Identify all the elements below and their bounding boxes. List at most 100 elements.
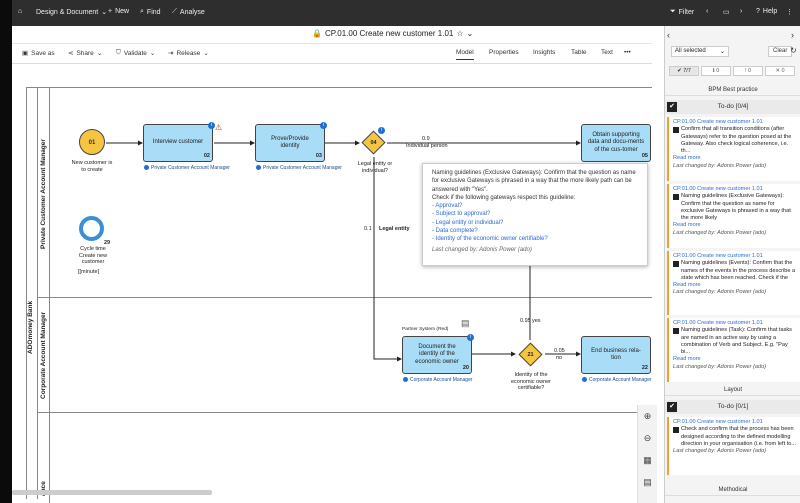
validation-card[interactable]: CP.01.00 Create new customer 1.01 Check … — [667, 417, 800, 475]
section-bpm-best-practice[interactable]: BPM Best practice — [665, 84, 800, 96]
more-menu-button[interactable]: ⋮ — [786, 8, 793, 16]
filter-info[interactable]: ℹ 0 — [701, 66, 731, 76]
role-icon — [256, 165, 261, 171]
analyse-button[interactable]: ⟋ Analyse — [172, 8, 205, 16]
plus-icon: + — [108, 8, 113, 15]
model-canvas[interactable]: ADOmoney Bank Private Customer Account M… — [12, 64, 652, 503]
tab-text[interactable]: Text — [601, 49, 613, 56]
tab-properties[interactable]: Properties — [489, 49, 519, 56]
gateway-number: 04 — [370, 140, 377, 146]
chevron-down-icon: ⌄ — [149, 50, 156, 57]
new-button[interactable]: + New — [108, 8, 129, 15]
refresh-icon[interactable]: ↻ — [790, 46, 797, 55]
home-button[interactable]: ⌂ — [18, 8, 22, 15]
system-label: Partner System (Red) — [402, 327, 449, 332]
search-icon: ⌕ — [140, 8, 144, 15]
find-button[interactable]: ⌕ Find — [140, 8, 161, 16]
checkbox-icon[interactable] — [673, 261, 679, 268]
kebab-icon: ⋮ — [786, 9, 793, 16]
checkbox-icon[interactable] — [673, 427, 679, 434]
gateway-number: 21 — [527, 352, 534, 358]
chevron-left-icon: ‹ — [706, 8, 709, 15]
app-frame: ⌂ Design & Document ⌄ + New ⌕ Find ⟋ Analyse… — [12, 0, 800, 503]
expand-panel-icon[interactable]: › — [791, 30, 794, 40]
task-interview-customer[interactable]: Interview customer 02 i — [143, 122, 215, 162]
task-obtain-supporting-data[interactable]: Obtain supporting data and docu-ments of… — [581, 124, 651, 162]
todo-group-1[interactable]: ✔ To-do [0/4] — [665, 100, 800, 114]
tooltip-changed-by: Last changed by: Adonis Power (ado) — [432, 247, 532, 254]
save-as-button[interactable]: ▣ Save as — [22, 49, 55, 58]
edge-label: Individual person — [406, 143, 448, 149]
edge-probability: 0.9 — [422, 136, 430, 142]
help-button[interactable]: ? Help — [756, 8, 777, 15]
validation-card[interactable]: CP.01.00 Create new customer 1.01 Naming… — [667, 251, 800, 315]
chevron-right-icon: › — [740, 8, 743, 15]
role-icon — [582, 377, 587, 383]
zoom-in-icon[interactable]: ⊕ — [638, 405, 657, 427]
tooltip-link[interactable]: - Data complete? — [432, 227, 638, 235]
info-icon: i — [208, 122, 215, 129]
edge-probability: 0.95 — [520, 318, 531, 324]
validation-card[interactable]: CP.01.00 Create new customer 1.01 Naming… — [667, 184, 800, 248]
title-bar: 🔒 CP.01.00 Create new customer 1.01 ☆ ⌄ — [12, 26, 652, 44]
collapse-panel-icon[interactable]: ‹ — [667, 30, 670, 40]
task-end-business-relation[interactable]: End business rela-tion 22 — [581, 336, 651, 374]
section-layout[interactable]: Layout — [665, 384, 800, 396]
tooltip-link[interactable]: - Legal entity or individual? — [432, 219, 638, 227]
clear-button[interactable]: Clear — [768, 46, 793, 57]
window-button[interactable]: ▭ — [723, 8, 730, 16]
tooltip-link[interactable]: - Approval? — [432, 202, 638, 210]
tooltip-link[interactable]: - Subject to approval? — [432, 210, 638, 218]
warning-icon: ⚠ — [215, 123, 223, 132]
connectors — [106, 140, 581, 362]
section-methodical[interactable]: Methodical — [665, 484, 800, 496]
role-icon — [144, 165, 149, 171]
role-assignment: Private Customer Account Manager — [256, 165, 342, 171]
more-tabs-button[interactable]: ••• — [624, 49, 631, 56]
tab-model[interactable]: Model — [456, 49, 474, 60]
filter-error[interactable]: ✕ 0 — [765, 66, 795, 76]
forward-button[interactable]: › — [740, 8, 742, 15]
validation-card[interactable]: CP.01.00 Create new customer 1.01 Confir… — [667, 117, 800, 181]
design-document-menu[interactable]: Design & Document ⌄ — [36, 8, 107, 17]
document-icon: ▤ — [461, 318, 470, 328]
todo-group-2[interactable]: ✔ To-do [0/1] — [665, 400, 800, 414]
filter-passed[interactable]: ✔ 7/7 — [669, 66, 699, 76]
model-title[interactable]: 🔒 CP.01.00 Create new customer 1.01 ☆ ⌄ — [312, 29, 473, 38]
cycle-time-indicator[interactable] — [79, 216, 104, 241]
tooltip-link[interactable]: - Identity of the economic owner certifi… — [432, 235, 638, 243]
horizontal-scrollbar[interactable] — [12, 490, 212, 495]
selection-dropdown[interactable]: All selected ⌄ — [671, 46, 729, 57]
role-assignment: Corporate Account Manager — [403, 377, 473, 383]
validate-button[interactable]: ⛉ Validate ⌄ — [116, 49, 155, 57]
validation-card[interactable]: CP.01.00 Create new customer 1.01 Naming… — [667, 318, 800, 382]
top-bar: ⌂ Design & Document ⌄ + New ⌕ Find ⟋ Analyse… — [12, 0, 800, 26]
checkbox-icon[interactable] — [673, 328, 679, 335]
fit-icon[interactable]: ▦ — [638, 449, 657, 471]
task-document-identity[interactable]: Document the identity of the economic ow… — [402, 334, 474, 374]
release-button[interactable]: ⇥ Release ⌄ — [168, 49, 209, 58]
share-button[interactable]: ⋖ Share ⌄ — [68, 49, 103, 58]
chevron-down-icon: ⌄ — [96, 50, 103, 57]
gateway-label: Legal entity or individual? — [357, 161, 393, 174]
pdf-icon[interactable]: ▤ — [638, 471, 657, 493]
toolbar: ▣ Save as ⋖ Share ⌄ ⛉ Validate ⌄ ⇥ Release ⌄ Mo… — [12, 44, 652, 64]
tab-table[interactable]: Table — [571, 49, 587, 56]
filter-button[interactable]: ⏷ Filter — [670, 8, 694, 16]
tab-insights[interactable]: Insights — [533, 49, 555, 56]
task-prove-identity[interactable]: Prove/Provide identity 03 i — [255, 122, 327, 162]
start-event[interactable]: 01 — [79, 129, 105, 155]
checkbox-icon[interactable] — [673, 194, 679, 201]
checkbox-icon[interactable] — [673, 127, 679, 134]
filter-warning[interactable]: ! 0 — [733, 66, 763, 76]
info-icon: i — [467, 334, 474, 341]
back-button[interactable]: ‹ — [706, 8, 708, 15]
cycle-unit: [[minute] — [78, 269, 100, 275]
star-icon: ☆ — [456, 29, 464, 38]
chart-icon: ⟋ — [172, 8, 177, 15]
edge-label: Legal entity — [379, 226, 410, 232]
chevron-down-icon: ⌄ — [466, 29, 474, 38]
validation-tooltip: Naming guidelines (Exclusive Gateways): … — [422, 163, 648, 266]
zoom-out-icon[interactable]: ⊖ — [638, 427, 657, 449]
filter-icon: ⏷ — [670, 8, 676, 15]
